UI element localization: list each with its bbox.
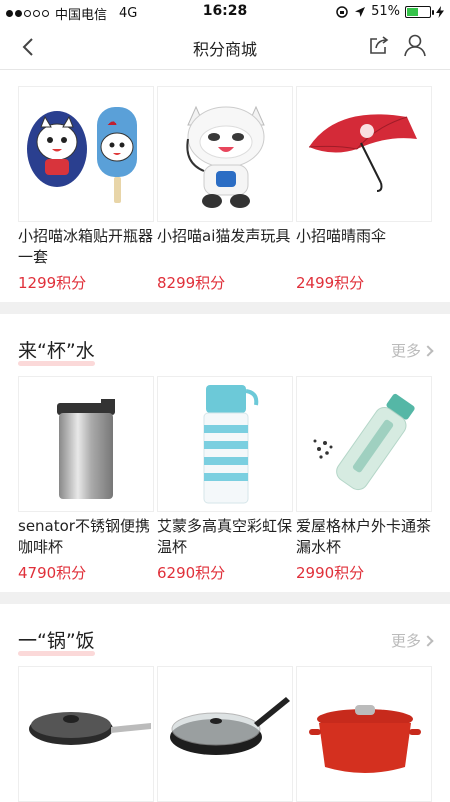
product-image[interactable]	[296, 86, 432, 222]
battery-icon	[405, 5, 434, 18]
product-image[interactable]: ☁	[18, 86, 154, 222]
status-bar: 中国电信 4G 16:28 51%	[0, 0, 450, 24]
product-image[interactable]	[157, 86, 293, 222]
section-header: 来“杯”水 更多	[18, 336, 434, 366]
user-profile-icon[interactable]	[402, 32, 428, 58]
section-title: 一“锅”饭	[18, 626, 95, 656]
cat-magnet-image: ☁	[27, 107, 137, 203]
tea-bottle-image	[313, 393, 415, 491]
product-card[interactable]: ☁ 小招喵冰箱贴开瓶器一套 1299积分	[18, 86, 154, 293]
section-title: 来“杯”水	[18, 336, 95, 366]
product-price: 2499积分	[296, 274, 365, 292]
rainbow-thermos-image	[203, 385, 259, 504]
steel-tumbler-image	[57, 399, 115, 499]
more-label[interactable]: 更多	[391, 632, 421, 650]
robot-cat-toy-image	[186, 105, 265, 208]
product-price: 1299积分	[18, 274, 87, 292]
product-price: 8299积分	[157, 274, 226, 292]
frying-pan-image	[29, 712, 151, 745]
umbrella-image	[308, 114, 417, 192]
location-arrow-icon	[355, 6, 366, 17]
cast-iron-pot-image	[309, 705, 421, 773]
product-card[interactable]	[18, 666, 154, 802]
battery-percent: 51%	[371, 4, 400, 19]
product-name[interactable]: 爱屋格林户外卡通茶漏水杯	[296, 516, 432, 558]
product-price: 2990积分	[296, 564, 365, 582]
section-divider	[0, 302, 450, 314]
product-name[interactable]: senator不锈钢便携咖啡杯	[18, 516, 154, 558]
rotation-lock-icon	[336, 5, 348, 18]
section-header: 一“锅”饭 更多	[18, 626, 434, 656]
product-price: 6290积分	[157, 564, 226, 582]
more-label[interactable]: 更多	[391, 342, 421, 360]
product-card[interactable]	[296, 666, 432, 802]
product-card[interactable]: 爱屋格林户外卡通茶漏水杯 2990积分	[296, 376, 432, 583]
product-card[interactable]: 艾蒙多高真空彩虹保温杯 6290积分	[157, 376, 293, 583]
chevron-right-icon[interactable]	[422, 345, 434, 357]
product-card[interactable]	[157, 666, 293, 802]
product-name[interactable]: 小招喵晴雨伞	[296, 226, 432, 268]
product-card[interactable]: 小招喵ai猫发声玩具 8299积分	[157, 86, 293, 293]
product-price: 4790积分	[18, 564, 87, 582]
product-name[interactable]: 艾蒙多高真空彩虹保温杯	[157, 516, 293, 558]
product-image[interactable]	[157, 376, 293, 512]
product-image[interactable]	[157, 666, 293, 802]
share-icon[interactable]	[368, 34, 390, 56]
section-divider	[0, 592, 450, 604]
product-image[interactable]	[296, 666, 432, 802]
charging-bolt-icon	[436, 5, 444, 18]
product-card[interactable]: 小招喵晴雨伞 2499积分	[296, 86, 432, 293]
wok-image	[170, 697, 290, 755]
product-image[interactable]	[18, 376, 154, 512]
more-link[interactable]: 更多	[391, 630, 434, 651]
navigation-bar: 积分商城	[0, 24, 450, 70]
product-name[interactable]: 小招喵冰箱贴开瓶器一套	[18, 226, 154, 268]
product-image[interactable]	[18, 666, 154, 802]
product-name[interactable]: 小招喵ai猫发声玩具	[157, 226, 293, 268]
status-right: 51%	[335, 4, 444, 19]
chevron-right-icon[interactable]	[422, 635, 434, 647]
more-link[interactable]: 更多	[391, 340, 434, 361]
product-card[interactable]: senator不锈钢便携咖啡杯 4790积分	[18, 376, 154, 583]
product-image[interactable]	[296, 376, 432, 512]
svg-text:☁: ☁	[107, 117, 117, 128]
